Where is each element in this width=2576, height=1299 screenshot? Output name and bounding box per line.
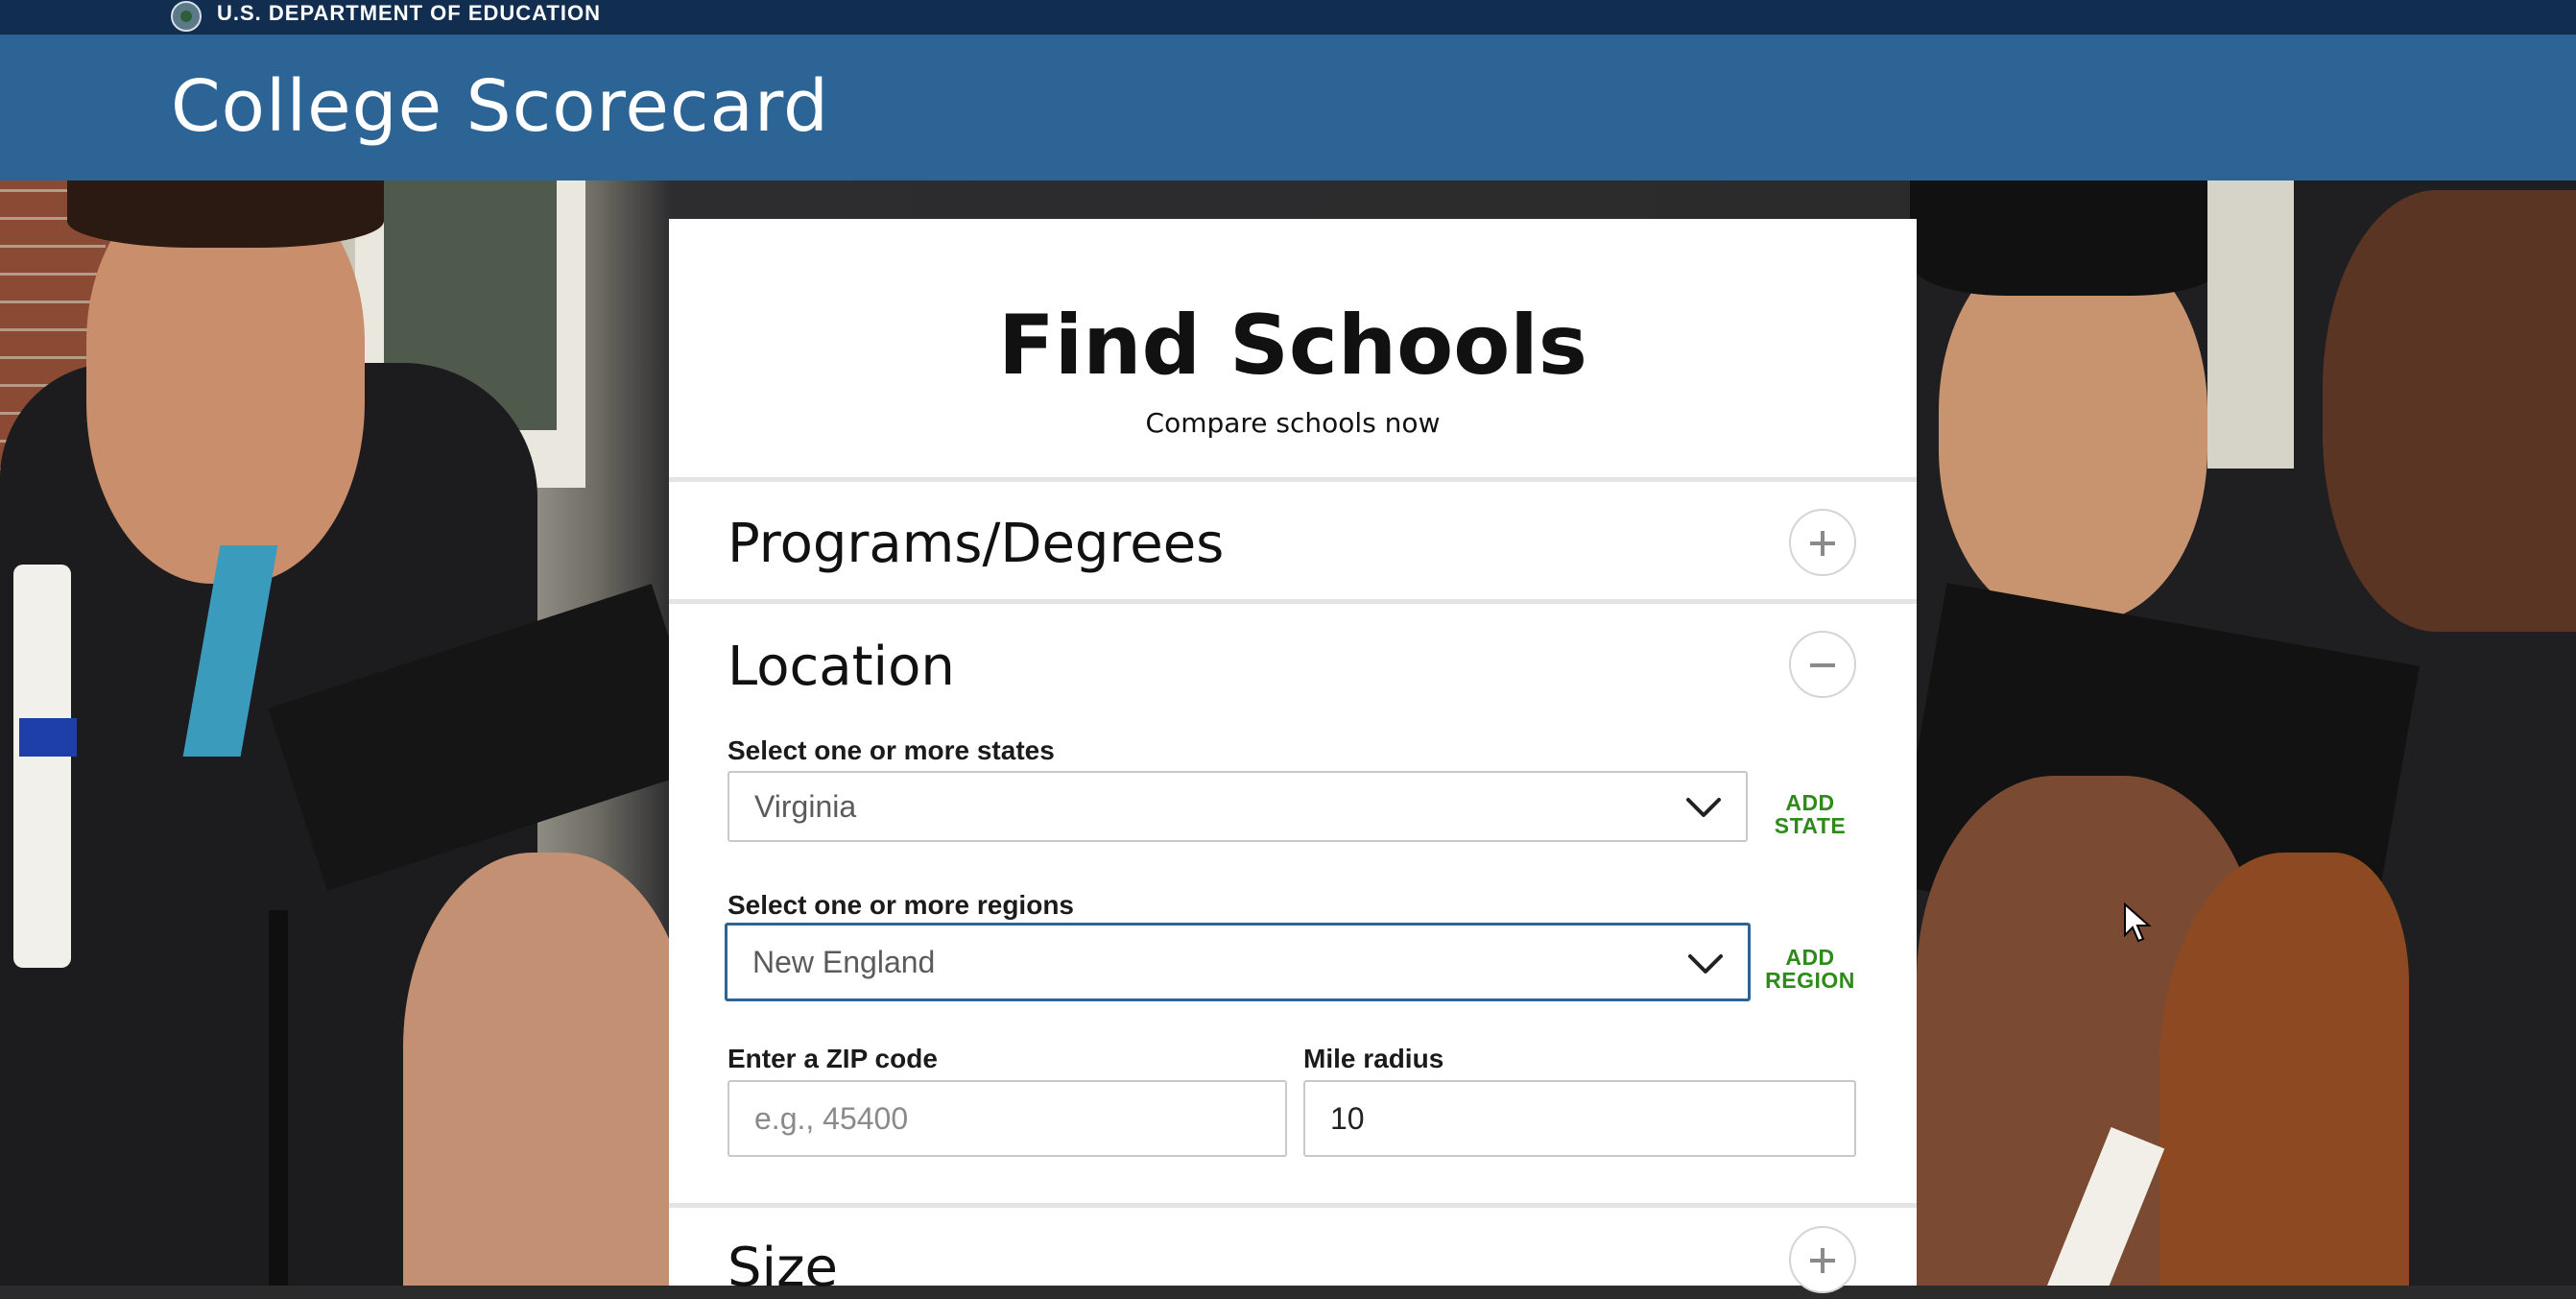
- regions-select[interactable]: New England: [725, 923, 1751, 1001]
- graduate-face-center-right: [1939, 238, 2207, 622]
- add-state-button[interactable]: ADD STATE: [1757, 791, 1863, 837]
- card-subtitle: Compare schools now: [1145, 407, 1441, 439]
- add-region-line2: REGION: [1765, 968, 1855, 993]
- radius-input[interactable]: [1305, 1082, 1854, 1155]
- plus-icon-vertical: [1821, 531, 1825, 556]
- states-selected-value: Virginia: [754, 789, 857, 824]
- divider: [669, 1203, 1917, 1208]
- diploma-ribbon: [19, 718, 77, 757]
- add-state-line1: ADD: [1785, 790, 1835, 815]
- minus-icon: [1810, 663, 1835, 667]
- building-column: [2207, 180, 2294, 469]
- expand-programs-button[interactable]: [1789, 509, 1856, 576]
- cap-tassel: [269, 910, 288, 1286]
- gov-banner-text: U.S. DEPARTMENT OF EDUCATION: [217, 1, 601, 25]
- gov-banner: U.S. DEPARTMENT OF EDUCATION: [0, 0, 2576, 35]
- radius-field[interactable]: [1303, 1080, 1856, 1157]
- expand-size-button[interactable]: [1789, 1226, 1856, 1293]
- collapse-location-button[interactable]: [1789, 631, 1856, 698]
- site-title-link[interactable]: College Scorecard: [171, 65, 829, 148]
- graduate-face-lower: [403, 853, 691, 1286]
- add-region-button[interactable]: ADD REGION: [1757, 946, 1863, 992]
- chevron-down-icon: [1686, 798, 1721, 817]
- graduation-cap-center-right: [1910, 180, 2227, 296]
- divider: [669, 477, 1917, 482]
- divider: [669, 599, 1917, 604]
- graduate-face-far-right: [2323, 190, 2576, 632]
- add-state-line2: STATE: [1774, 813, 1847, 838]
- location-section-title: Location: [727, 636, 955, 698]
- department-seal-icon: [171, 1, 202, 32]
- mouse-cursor-icon: [2124, 902, 2152, 943]
- programs-section-title: Programs/Degrees: [727, 513, 1225, 575]
- site-header: College Scorecard: [0, 35, 2576, 180]
- zip-field[interactable]: [727, 1080, 1287, 1157]
- size-section-title: Size: [727, 1237, 838, 1299]
- states-label: Select one or more states: [727, 735, 1055, 765]
- chevron-down-icon: [1688, 954, 1723, 974]
- radius-label: Mile radius: [1303, 1044, 1444, 1073]
- regions-selected-value: New England: [752, 945, 936, 979]
- states-select[interactable]: Virginia: [727, 771, 1748, 842]
- regions-label: Select one or more regions: [727, 890, 1074, 920]
- add-region-line1: ADD: [1785, 945, 1835, 970]
- plus-icon-vertical: [1821, 1248, 1825, 1273]
- graduate-hair-left: [67, 180, 384, 248]
- zip-input[interactable]: [729, 1082, 1285, 1155]
- diploma-scroll-left: [13, 565, 71, 968]
- card-title: Find Schools: [998, 298, 1587, 394]
- zip-label: Enter a ZIP code: [727, 1044, 938, 1073]
- find-schools-card: Find Schools Compare schools now Program…: [669, 219, 1917, 1299]
- curly-hair: [2159, 853, 2409, 1286]
